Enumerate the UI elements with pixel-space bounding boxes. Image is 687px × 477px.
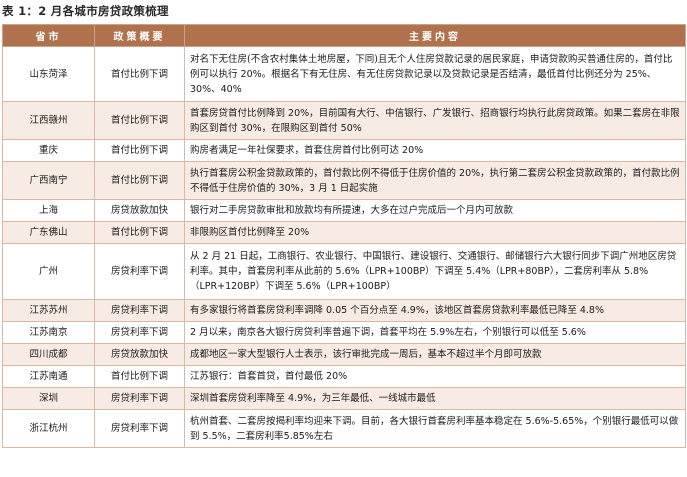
table-row: 深圳 房贷利率下调 深圳首套房贷利率降至 4.9%，为三年最低、一线城市最低 xyxy=(2,387,686,410)
row-city: 广西南宁 xyxy=(2,161,95,200)
row-policy: 首付比例下调 xyxy=(94,139,185,162)
table-row: 江苏苏州 房贷利率下调 有多家银行将首套房贷利率调降 0.05 个百分点至 4.… xyxy=(2,299,686,322)
table-row: 江西赣州 首付比例下调 首套房贷首付比例降到 20%，目前国有大行、中信银行、广… xyxy=(2,101,686,140)
row-city: 广州 xyxy=(2,243,95,300)
page: 表 1：2 月各城市房贷政策梳理 省市 政策概要 主要内容 山东菏泽 首付比例下… xyxy=(0,0,687,477)
row-policy: 房贷利率下调 xyxy=(94,387,185,410)
row-content: 成都地区一家大型银行人士表示，该行审批完成一周后，基本不超过半个月即可放款 xyxy=(184,343,686,366)
table-row: 广西南宁 首付比例下调 执行首套房公积金贷款政策的，首付款比例不得低于住房价值的… xyxy=(2,161,686,200)
row-content: 深圳首套房贷利率降至 4.9%，为三年最低、一线城市最低 xyxy=(184,387,686,410)
row-policy: 房贷放款加快 xyxy=(94,343,185,366)
header-policy: 政策概要 xyxy=(94,24,185,47)
table-row: 上海 房贷放款加快 银行对二手房贷款审批和放款均有所提速，大多在过户完成后一个月… xyxy=(2,199,686,222)
row-city: 江苏苏州 xyxy=(2,299,95,322)
row-content: 对名下无住房(不含农村集体土地房屋，下同)且无个人住房贷款记录的居民家庭，申请贷… xyxy=(184,46,686,102)
table-row: 广东佛山 首付比例下调 非限购区首付比例降至 20% xyxy=(2,221,686,244)
row-content: 2 月以来，南京各大银行房贷利率普遍下调，首套平均在 5.9%左右，个别银行可以… xyxy=(184,321,686,344)
row-policy: 首付比例下调 xyxy=(94,161,185,200)
header-city: 省市 xyxy=(2,24,95,47)
row-content: 银行对二手房贷款审批和放款均有所提速，大多在过户完成后一个月内可放款 xyxy=(184,199,686,222)
row-city: 广东佛山 xyxy=(2,221,95,244)
row-policy: 首付比例下调 xyxy=(94,101,185,140)
policy-table: 省市 政策概要 主要内容 山东菏泽 首付比例下调 对名下无住房(不含农村集体土地… xyxy=(2,24,686,448)
row-city: 江苏南京 xyxy=(2,321,95,344)
row-city: 重庆 xyxy=(2,139,95,162)
row-policy: 首付比例下调 xyxy=(94,365,185,388)
table-row: 四川成都 房贷放款加快 成都地区一家大型银行人士表示，该行审批完成一周后，基本不… xyxy=(2,343,686,366)
table-row: 江苏南通 首付比例下调 江苏银行：首套首贷，首付最低 20% xyxy=(2,365,686,388)
table-row: 江苏南京 房贷利率下调 2 月以来，南京各大银行房贷利率普遍下调，首套平均在 5… xyxy=(2,321,686,344)
row-content: 有多家银行将首套房贷利率调降 0.05 个百分点至 4.9%，该地区首套房贷款利… xyxy=(184,299,686,322)
row-policy: 房贷放款加快 xyxy=(94,199,185,222)
row-city: 深圳 xyxy=(2,387,95,410)
row-city: 四川成都 xyxy=(2,343,95,366)
row-policy: 首付比例下调 xyxy=(94,46,185,102)
row-policy: 首付比例下调 xyxy=(94,221,185,244)
row-city: 山东菏泽 xyxy=(2,46,95,102)
table-header-row: 省市 政策概要 主要内容 xyxy=(2,24,686,47)
table-row: 重庆 首付比例下调 购房者满足一年社保要求，首套住房首付比例可达 20% xyxy=(2,139,686,162)
row-policy: 房贷利率下调 xyxy=(94,243,185,300)
table-row: 浙江杭州 房贷利率下调 杭州首套、二套房按揭利率均迎来下调。目前，各大银行首套房… xyxy=(2,409,686,448)
row-city: 浙江杭州 xyxy=(2,409,95,448)
row-content: 非限购区首付比例降至 20% xyxy=(184,221,686,244)
table-row: 广州 房贷利率下调 从 2 月 21 日起，工商银行、农业银行、中国银行、建设银… xyxy=(2,243,686,300)
row-content: 江苏银行：首套首贷，首付最低 20% xyxy=(184,365,686,388)
table-row: 山东菏泽 首付比例下调 对名下无住房(不含农村集体土地房屋，下同)且无个人住房贷… xyxy=(2,46,686,102)
row-city: 江苏南通 xyxy=(2,365,95,388)
row-content: 首套房贷首付比例降到 20%，目前国有大行、中信银行、广发银行、招商银行均执行此… xyxy=(184,101,686,140)
row-content: 杭州首套、二套房按揭利率均迎来下调。目前，各大银行首套房利率基本稳定在 5.6%… xyxy=(184,409,686,448)
row-policy: 房贷利率下调 xyxy=(94,409,185,448)
row-content: 执行首套房公积金贷款政策的，首付款比例不得低于住房价值的 20%，执行第二套房公… xyxy=(184,161,686,200)
table-title: 表 1：2 月各城市房贷政策梳理 xyxy=(2,4,169,18)
row-policy: 房贷利率下调 xyxy=(94,321,185,344)
row-city: 江西赣州 xyxy=(2,101,95,140)
row-content: 购房者满足一年社保要求，首套住房首付比例可达 20% xyxy=(184,139,686,162)
row-city: 上海 xyxy=(2,199,95,222)
row-policy: 房贷利率下调 xyxy=(94,299,185,322)
header-content: 主要内容 xyxy=(184,24,686,47)
row-content: 从 2 月 21 日起，工商银行、农业银行、中国银行、建设银行、交通银行、邮储银… xyxy=(184,243,686,300)
